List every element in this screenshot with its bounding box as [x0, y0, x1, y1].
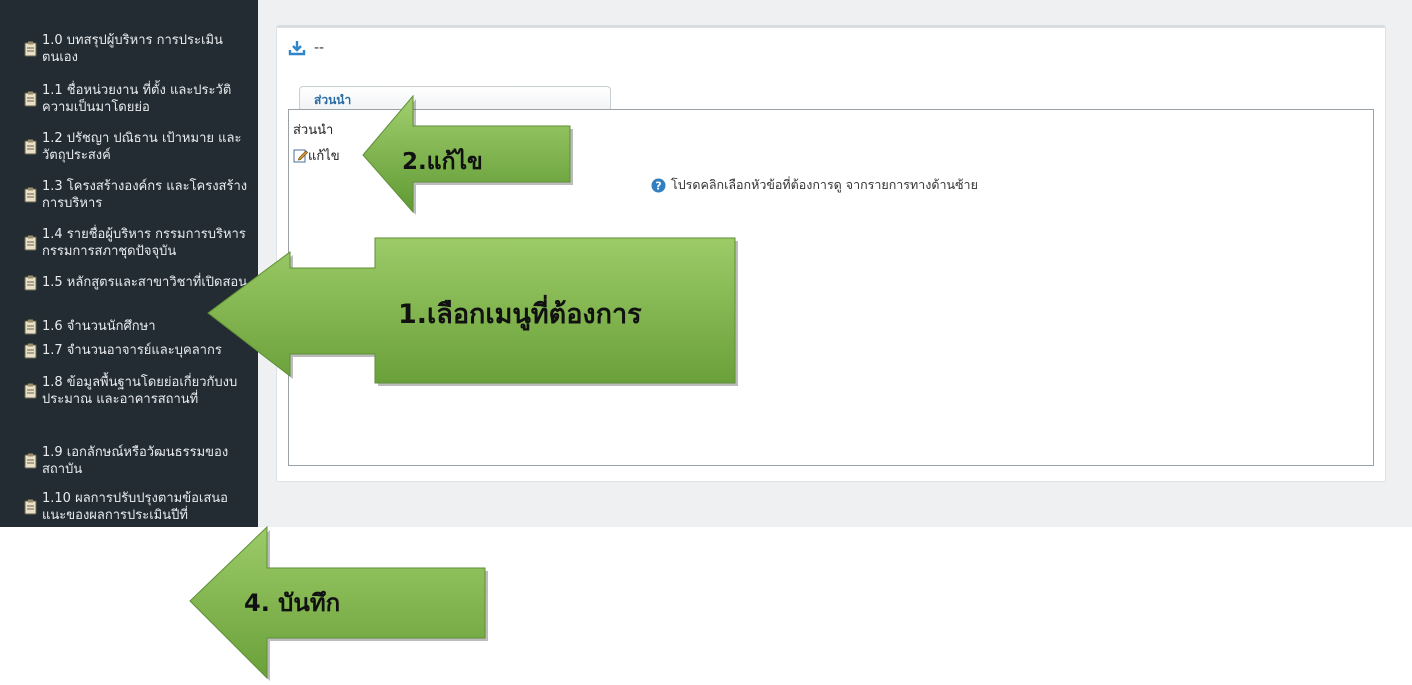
step-4-label: 4. บันทึก: [244, 589, 341, 617]
sidebar-item-label: 1.4 รายชื่อผู้บริหาร กรรมการบริหาร กรรมก…: [42, 227, 246, 259]
sidebar-item-1-8[interactable]: 1.8 ข้อมูลพื้นฐานโดยย่อเกี่ยวกับงบประมาณ…: [24, 374, 252, 408]
sidebar-item-label: 1.7 จำนวนอาจารย์และบุคลากร: [42, 343, 222, 358]
clipboard-icon: [24, 383, 37, 399]
clipboard-icon: [24, 235, 37, 251]
sidebar-item-1-9[interactable]: 1.9 เอกลักษณ์หรือวัฒนธรรมของสถาบัน: [24, 444, 252, 478]
sidebar-item-label: 1.9 เอกลักษณ์หรือวัฒนธรรมของสถาบัน: [42, 445, 229, 477]
download-icon[interactable]: [288, 40, 306, 56]
section-title: ส่วนนำ: [293, 123, 334, 138]
clipboard-icon: [24, 275, 37, 290]
clipboard-icon: [24, 319, 37, 334]
clipboard-icon: [24, 453, 37, 469]
clipboard-icon: [24, 139, 37, 155]
sidebar-item-label: 1.10 ผลการปรับปรุงตามข้อเสนอแนะของผลการป…: [42, 491, 228, 523]
edit-label: แก้ไข: [308, 149, 340, 164]
sidebar-item-1-1[interactable]: 1.1 ชื่อหน่วยงาน ที่ตั้ง และประวัติความเ…: [24, 82, 252, 116]
sidebar-item-label: 1.0 บทสรุปผู้บริหาร การประเมินตนเอง: [42, 33, 223, 65]
hint-text: โปรดคลิกเลือกหัวข้อที่ต้องการดู จากรายกา…: [671, 177, 978, 192]
sidebar-item-1-2[interactable]: 1.2 ปรัชญา ปณิธาน เป้าหมาย และวัตถุประสง…: [24, 130, 252, 164]
sidebar: 1.0 บทสรุปผู้บริหาร การประเมินตนเอง 1.1 …: [0, 0, 258, 527]
sidebar-item-1-4[interactable]: 1.4 รายชื่อผู้บริหาร กรรมการบริหาร กรรมก…: [24, 226, 252, 260]
edit-link[interactable]: แก้ไข: [293, 145, 340, 166]
clipboard-icon: [24, 91, 37, 107]
sidebar-item-label: 1.3 โครงสร้างองค์กร และโครงสร้างการบริหา…: [42, 179, 248, 211]
clipboard-icon: [24, 187, 37, 203]
svg-text:?: ?: [655, 179, 661, 192]
download-row[interactable]: --: [288, 40, 324, 56]
sidebar-item-1-3[interactable]: 1.3 โครงสร้างองค์กร และโครงสร้างการบริหา…: [24, 178, 252, 212]
step-2-label: 2.แก้ไข: [402, 149, 483, 175]
step-1-label: 1.เลือกเมนูที่ต้องการ: [398, 299, 642, 330]
sidebar-item-label: 1.2 ปรัชญา ปณิธาน เป้าหมาย และวัตถุประสง…: [42, 131, 242, 163]
sidebar-item-1-7[interactable]: 1.7 จำนวนอาจารย์และบุคลากร: [24, 342, 252, 359]
tab-intro[interactable]: ส่วนนำ: [299, 86, 611, 110]
help-icon: ?: [651, 178, 666, 192]
clipboard-icon: [24, 41, 37, 57]
download-label: --: [314, 40, 325, 56]
sidebar-item-1-5[interactable]: 1.5 หลักสูตรและสาขาวิชาที่เปิดสอน: [24, 274, 252, 291]
sidebar-item-1-6[interactable]: 1.6 จำนวนนักศึกษา: [24, 318, 252, 335]
sidebar-item-label: 1.1 ชื่อหน่วยงาน ที่ตั้ง และประวัติความเ…: [42, 83, 232, 115]
hint-message: ? โปรดคลิกเลือกหัวข้อที่ต้องการดู จากราย…: [651, 175, 978, 195]
sidebar-item-label: 1.5 หลักสูตรและสาขาวิชาที่เปิดสอน: [42, 275, 248, 290]
sidebar-item-1-10[interactable]: 1.10 ผลการปรับปรุงตามข้อเสนอแนะของผลการป…: [24, 490, 252, 524]
sidebar-item-label: 1.8 ข้อมูลพื้นฐานโดยย่อเกี่ยวกับงบประมาณ…: [42, 375, 238, 407]
sidebar-item-label: 1.6 จำนวนนักศึกษา: [42, 319, 156, 334]
clipboard-icon: [24, 499, 37, 515]
tab-label: ส่วนนำ: [314, 93, 352, 107]
clipboard-icon: [24, 343, 37, 358]
sidebar-item-1-0[interactable]: 1.0 บทสรุปผู้บริหาร การประเมินตนเอง: [24, 32, 252, 66]
edit-icon: [293, 149, 308, 163]
